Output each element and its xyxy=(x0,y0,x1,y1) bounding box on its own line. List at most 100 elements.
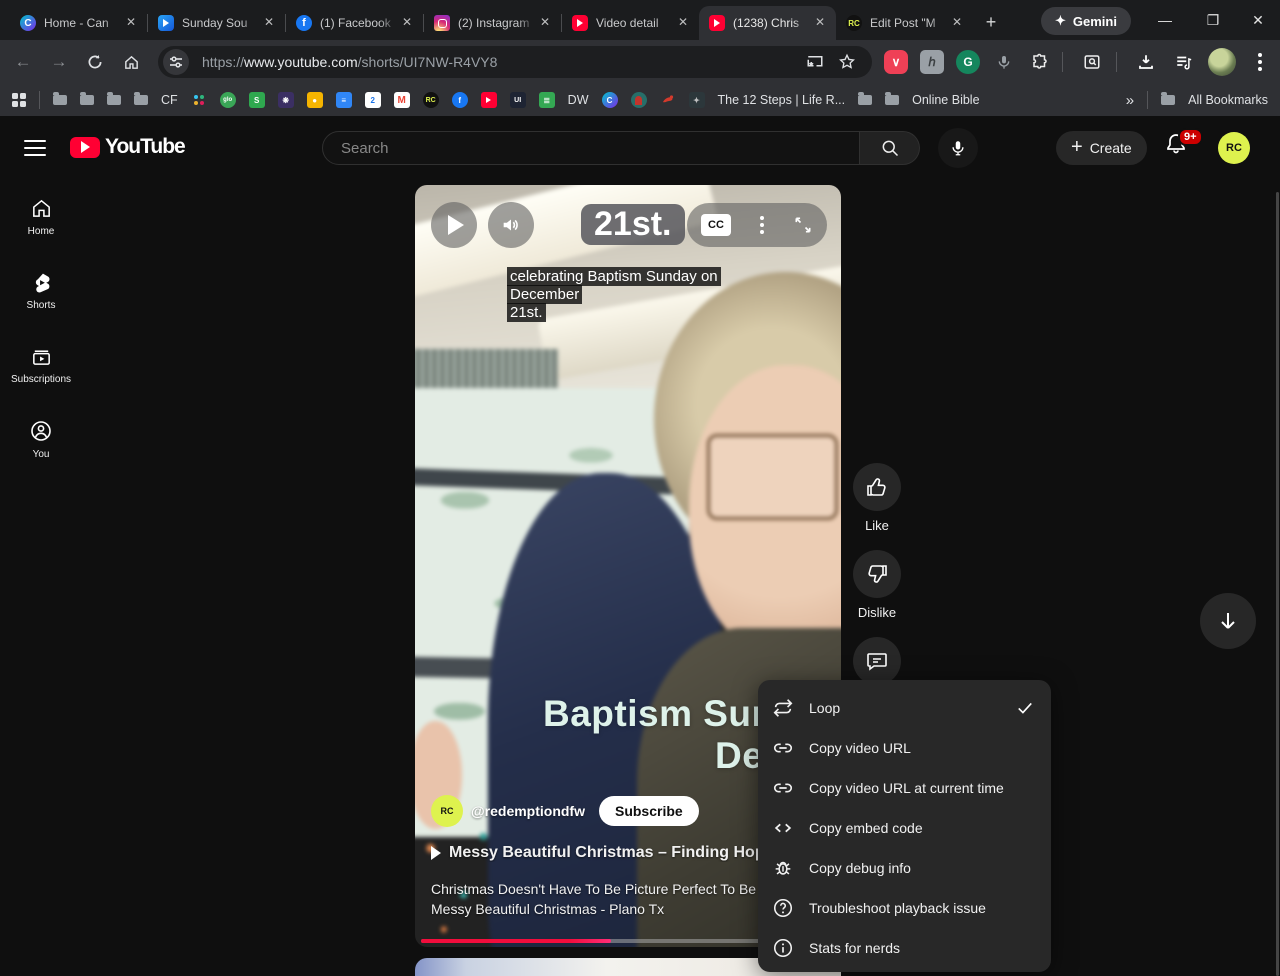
subscribe-button[interactable]: Subscribe xyxy=(599,796,699,826)
youtube-icon[interactable] xyxy=(481,92,497,108)
forward-icon[interactable]: → xyxy=(46,49,72,75)
channel-handle[interactable]: @redemptiondfw xyxy=(471,803,585,819)
captions-button[interactable]: CC xyxy=(701,214,731,236)
bookmark-dw[interactable]: DW xyxy=(568,93,589,107)
menu-item-stats-for-nerds[interactable]: Stats for nerds xyxy=(758,928,1051,968)
home-icon[interactable] xyxy=(118,49,144,75)
slack-icon[interactable] xyxy=(191,92,207,108)
tab-video-details[interactable]: Video detail ✕ xyxy=(562,6,699,40)
mic-muted-icon[interactable] xyxy=(992,50,1016,74)
bookmark-12-steps[interactable]: The 12 Steps | Life R... xyxy=(718,93,846,107)
tab-sunday-sound[interactable]: Sunday Sou ✕ xyxy=(148,6,285,40)
window-close-button[interactable]: ✕ xyxy=(1243,8,1273,32)
menu-item-copy-debug[interactable]: Copy debug info xyxy=(758,848,1051,888)
all-bookmarks-folder-icon[interactable] xyxy=(1161,95,1175,105)
grammarly-extension-icon[interactable]: G xyxy=(956,50,980,74)
tab-close-icon[interactable]: ✕ xyxy=(812,15,828,31)
tab-close-icon[interactable]: ✕ xyxy=(123,15,139,31)
bookmark-cf[interactable]: CF xyxy=(161,93,178,107)
tab-close-icon[interactable]: ✕ xyxy=(949,15,965,31)
tab-close-icon[interactable]: ✕ xyxy=(537,15,553,31)
bookmark-folder-icon[interactable] xyxy=(107,95,121,105)
tab-instagram[interactable]: (2) Instagram ✕ xyxy=(424,6,561,40)
menu-item-loop[interactable]: Loop xyxy=(758,688,1051,728)
install-app-icon[interactable] xyxy=(806,53,824,71)
arch-door-icon[interactable] xyxy=(631,92,647,108)
docs-icon[interactable]: ≡ xyxy=(336,92,352,108)
comments-button[interactable] xyxy=(853,637,901,685)
menu-item-copy-url[interactable]: Copy video URL xyxy=(758,728,1051,768)
bookmark-folder-icon[interactable] xyxy=(53,95,67,105)
search-sidebar-icon[interactable] xyxy=(1080,50,1104,74)
site-info-icon[interactable] xyxy=(163,49,189,75)
apps-grid-icon[interactable] xyxy=(12,93,26,107)
extensions-puzzle-icon[interactable] xyxy=(1028,50,1052,74)
bookmark-star-icon[interactable] xyxy=(838,53,856,71)
create-button[interactable]: + Create xyxy=(1056,131,1147,165)
bookmark-folder-icon[interactable] xyxy=(858,95,872,105)
media-playlist-icon[interactable] xyxy=(1172,50,1196,74)
tab-close-icon[interactable]: ✕ xyxy=(399,15,415,31)
voice-search-button[interactable] xyxy=(938,128,978,168)
page-scrollbar[interactable] xyxy=(1276,192,1279,976)
search-box[interactable] xyxy=(322,131,860,165)
guide-hamburger-icon[interactable] xyxy=(24,137,46,159)
tab-close-icon[interactable]: ✕ xyxy=(675,15,691,31)
browser-profile-avatar[interactable] xyxy=(1208,48,1236,76)
glo-bible-icon[interactable]: glo xyxy=(220,92,236,108)
address-bar[interactable]: https://www.youtube.com/shorts/UI7NW-R4V… xyxy=(158,46,872,78)
tab-active-christmas-short[interactable]: (1238) Chris ✕ xyxy=(699,6,836,40)
bookmark-folder-icon[interactable] xyxy=(134,95,148,105)
search-button[interactable] xyxy=(860,131,920,165)
reload-icon[interactable] xyxy=(82,49,108,75)
rc-church-icon[interactable]: RC xyxy=(423,92,439,108)
calendar-icon[interactable]: 2 xyxy=(365,92,381,108)
guide-item-subscriptions[interactable]: Subscriptions xyxy=(0,328,82,402)
gmail-icon[interactable]: M xyxy=(394,92,410,108)
volume-button[interactable] xyxy=(488,202,534,248)
canva-icon[interactable]: C xyxy=(602,92,618,108)
facebook-icon[interactable]: f xyxy=(452,92,468,108)
guide-item-you[interactable]: You xyxy=(0,402,82,476)
bookmark-folder-icon[interactable] xyxy=(885,95,899,105)
tab-canva-home[interactable]: C Home - Can ✕ xyxy=(10,6,147,40)
like-button[interactable] xyxy=(853,463,901,511)
play-button[interactable] xyxy=(431,202,477,248)
youtube-logo[interactable]: YouTube xyxy=(70,135,185,159)
channel-avatar[interactable]: RC xyxy=(431,795,463,827)
green-s-icon[interactable]: S xyxy=(249,92,265,108)
back-icon[interactable]: ← xyxy=(10,49,36,75)
next-short-button[interactable] xyxy=(1200,593,1256,649)
all-bookmarks[interactable]: All Bookmarks xyxy=(1188,93,1268,107)
browser-menu-kebab-icon[interactable] xyxy=(1248,50,1272,74)
fullscreen-icon[interactable] xyxy=(793,215,813,235)
green-list-icon[interactable]: ≣ xyxy=(539,92,555,108)
downloads-icon[interactable] xyxy=(1134,50,1158,74)
bookmarks-overflow-chevron[interactable]: » xyxy=(1126,92,1134,109)
h-extension-icon[interactable]: ℎ xyxy=(920,50,944,74)
tree-app-icon[interactable]: ❋ xyxy=(278,92,294,108)
menu-item-troubleshoot[interactable]: Troubleshoot playback issue xyxy=(758,888,1051,928)
pocket-extension-icon[interactable]: ∨ xyxy=(884,50,908,74)
gemini-button[interactable]: ✦ Gemini xyxy=(1041,7,1131,35)
faint-site-icon[interactable]: ✦ xyxy=(689,92,705,108)
tab-edit-post[interactable]: RC Edit Post "M ✕ xyxy=(836,6,973,40)
window-restore-button[interactable]: ❐ xyxy=(1198,8,1228,32)
ui-icon[interactable]: UI xyxy=(510,92,526,108)
player-kebab-icon[interactable] xyxy=(760,216,764,234)
bookmark-online-bible[interactable]: Online Bible xyxy=(912,93,979,107)
menu-item-copy-url-at-time[interactable]: Copy video URL at current time xyxy=(758,768,1051,808)
menu-item-copy-embed[interactable]: Copy embed code xyxy=(758,808,1051,848)
bookmark-folder-icon[interactable] xyxy=(80,95,94,105)
guide-item-home[interactable]: Home xyxy=(0,180,82,254)
account-avatar[interactable]: RC xyxy=(1218,132,1250,164)
window-minimize-button[interactable]: — xyxy=(1150,8,1180,32)
new-tab-button[interactable]: + xyxy=(978,10,1004,36)
red-paw-icon[interactable] xyxy=(660,92,676,108)
keep-bulb-icon[interactable]: ● xyxy=(307,92,323,108)
notifications-button[interactable]: 9+ xyxy=(1164,132,1204,166)
dislike-button[interactable] xyxy=(853,550,901,598)
tab-facebook[interactable]: f (1) Facebook ✕ xyxy=(286,6,423,40)
search-input[interactable] xyxy=(341,140,821,157)
tab-close-icon[interactable]: ✕ xyxy=(261,15,277,31)
